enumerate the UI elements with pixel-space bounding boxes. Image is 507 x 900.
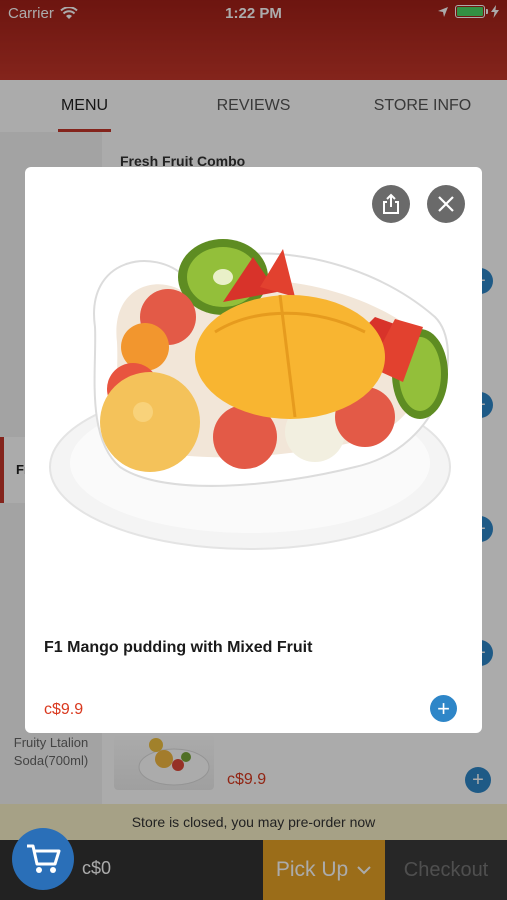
share-button[interactable] — [372, 185, 410, 223]
product-image — [49, 239, 451, 550]
close-button[interactable] — [427, 185, 465, 223]
close-icon — [438, 196, 454, 212]
cart-button[interactable] — [12, 828, 74, 890]
cart-icon — [27, 844, 61, 873]
item-title: F1 Mango pudding with Mixed Fruit — [44, 639, 313, 656]
share-icon — [383, 193, 399, 214]
item-price: c$9.9 — [44, 701, 84, 718]
item-detail-modal: F1 Mango pudding with Mixed Fruit c$9.9 … — [25, 167, 482, 733]
add-to-cart-button[interactable]: + — [430, 695, 457, 722]
